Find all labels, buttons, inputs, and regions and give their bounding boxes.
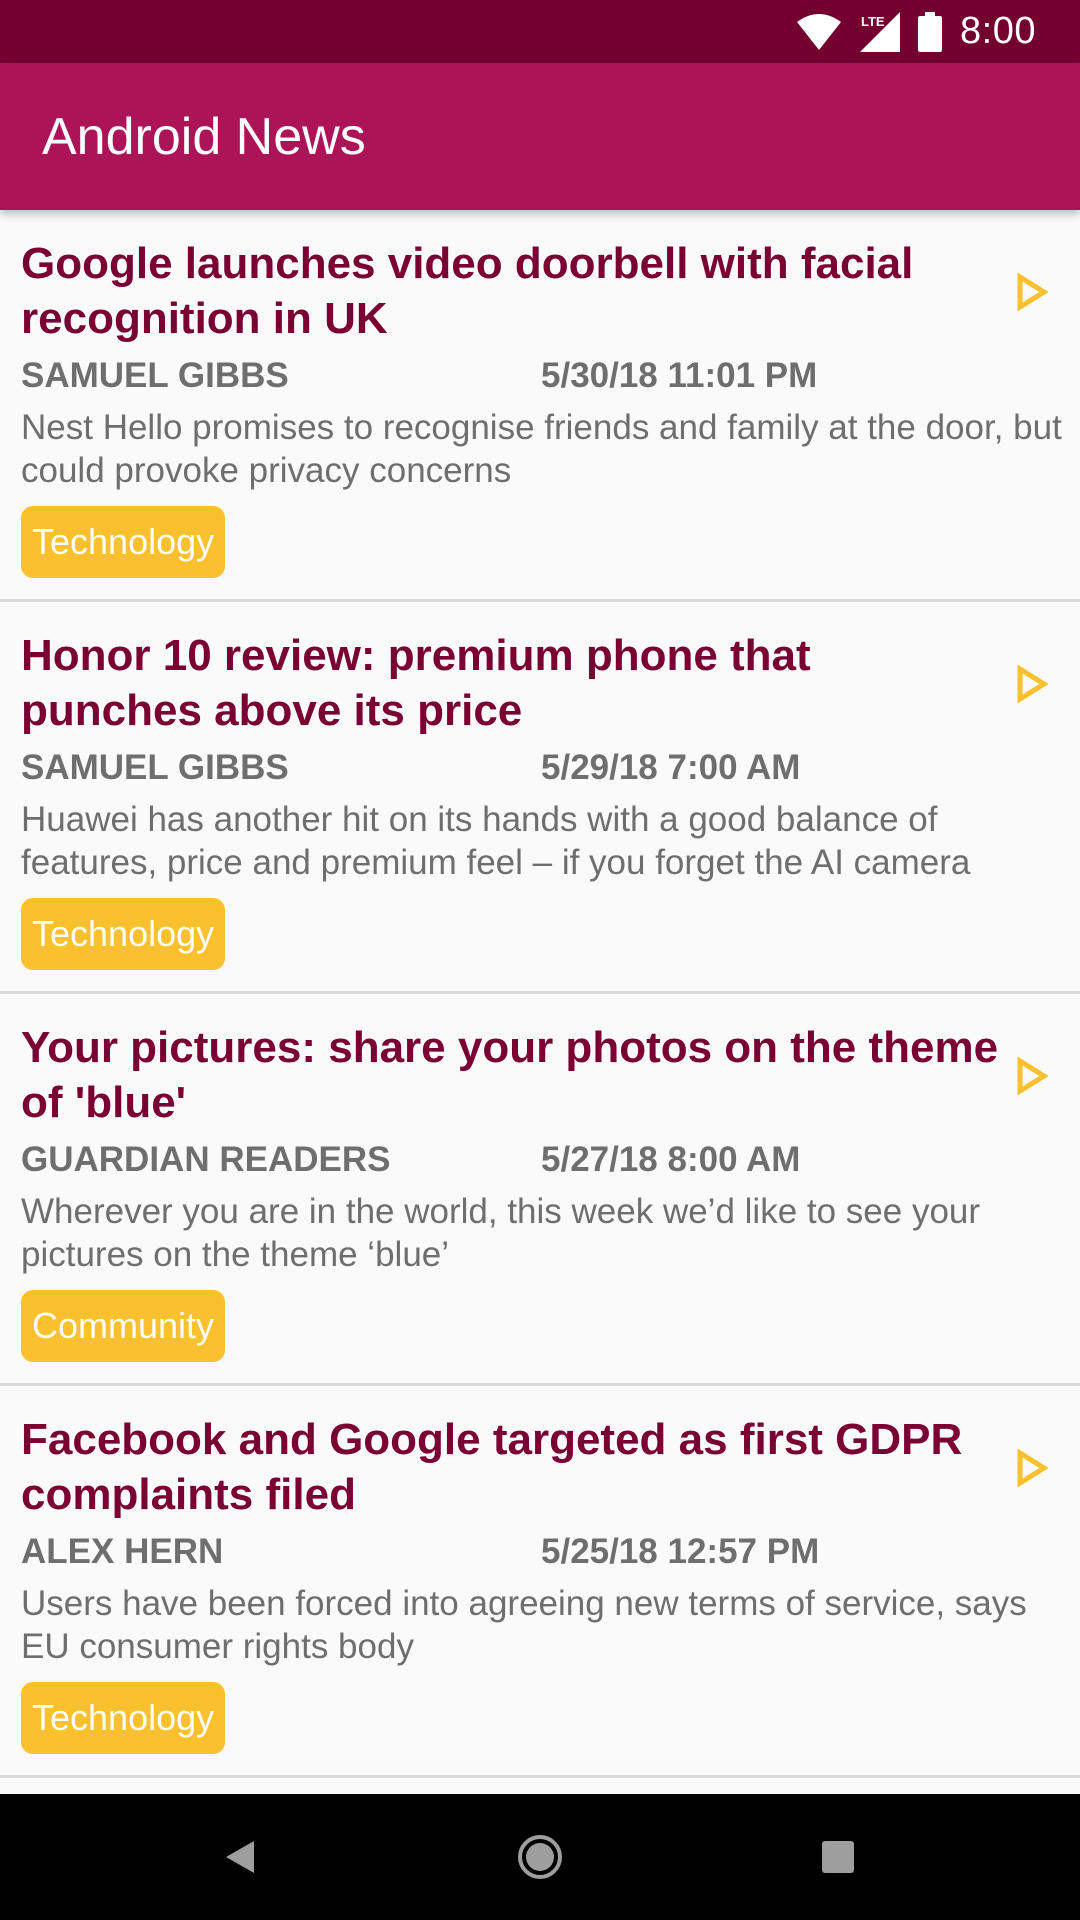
- article-meta: GUARDIAN READERS 5/27/18 8:00 AM: [21, 1132, 1000, 1188]
- article-summary: Wherever you are in the world, this week…: [21, 1192, 981, 1274]
- app-title: Android News: [42, 107, 366, 166]
- article-meta: SAMUEL GIBBS 5/30/18 11:01 PM: [21, 348, 1000, 404]
- article-author: SAMUEL GIBBS: [21, 748, 289, 787]
- article-date: 5/27/18 8:00 AM: [541, 1140, 801, 1179]
- article-meta: ALEX HERN 5/25/18 12:57 PM: [21, 1524, 1000, 1580]
- article-headline: Your pictures: share your photos on the …: [21, 1023, 999, 1127]
- article-summary: Nest Hello promises to recognise friends…: [21, 408, 1062, 490]
- article-summary: Users have been forced into agreeing new…: [21, 1584, 1027, 1666]
- article-meta: SAMUEL GIBBS 5/29/18 7:00 AM: [21, 740, 1000, 796]
- article-headline: Facebook and Google targeted as first GD…: [21, 1415, 963, 1519]
- article-headline: Google launches video doorbell with faci…: [21, 239, 914, 343]
- article-tag[interactable]: Technology: [21, 898, 226, 970]
- article-date: 5/29/18 7:00 AM: [541, 748, 801, 787]
- article-headline: Honor 10 review: premium phone that punc…: [21, 631, 811, 735]
- play-arrow-icon[interactable]: [1016, 1448, 1048, 1488]
- article-tag[interactable]: Technology: [21, 1682, 226, 1754]
- status-bar: LTE 8:00: [0, 0, 1080, 63]
- navigation-bar: [0, 1794, 1080, 1920]
- wifi-icon: [797, 13, 842, 50]
- lte-label: LTE: [861, 14, 885, 29]
- article-card[interactable]: Google launches video doorbell with faci…: [0, 210, 1080, 602]
- article-card[interactable]: Facebook and Google targeted as first GD…: [0, 1386, 1080, 1778]
- battery-icon: [918, 11, 943, 52]
- article-card[interactable]: Your pictures: share your photos on the …: [0, 994, 1080, 1386]
- article-date: 5/30/18 11:01 PM: [541, 356, 818, 395]
- article-author: ALEX HERN: [21, 1532, 224, 1571]
- play-arrow-icon[interactable]: [1016, 664, 1048, 704]
- article-author: GUARDIAN READERS: [21, 1140, 391, 1179]
- back-icon[interactable]: [210, 1827, 270, 1887]
- lte-signal-icon: LTE: [860, 11, 901, 52]
- app-bar: Android News: [0, 63, 1080, 210]
- article-card[interactable]: Honor 10 review: premium phone that punc…: [0, 602, 1080, 994]
- article-date: 5/25/18 12:57 PM: [541, 1532, 820, 1571]
- article-tag[interactable]: Technology: [21, 506, 226, 578]
- status-time: 8:00: [960, 10, 1036, 52]
- play-arrow-icon[interactable]: [1016, 1056, 1048, 1096]
- article-tag[interactable]: Community: [21, 1290, 226, 1362]
- article-author: SAMUEL GIBBS: [21, 356, 289, 395]
- play-arrow-icon[interactable]: [1016, 272, 1048, 312]
- status-icons: LTE 8:00: [796, 10, 1036, 53]
- home-icon[interactable]: [510, 1827, 570, 1887]
- article-summary: Huawei has another hit on its hands with…: [21, 800, 971, 882]
- news-feed[interactable]: Google launches video doorbell with faci…: [0, 210, 1080, 1794]
- recents-icon[interactable]: [808, 1827, 868, 1887]
